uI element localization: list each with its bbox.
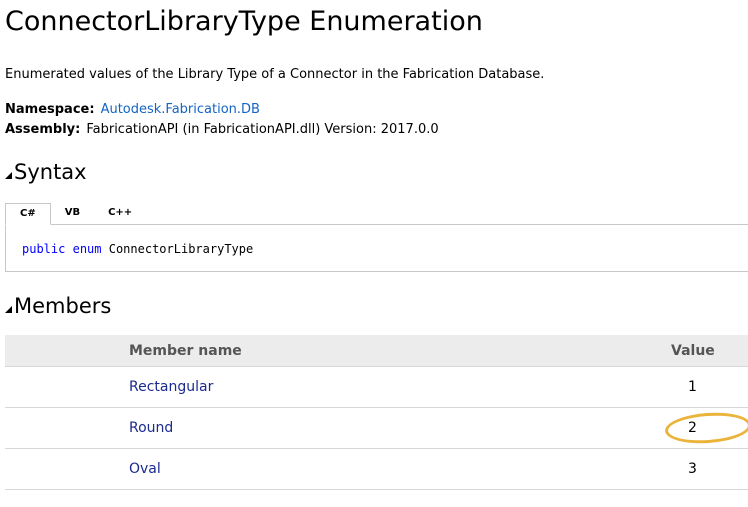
- table-row: Oval 3: [5, 448, 748, 490]
- member-name-cell: Oval: [129, 448, 671, 490]
- member-value-cell: 1: [671, 366, 748, 408]
- table-header-row: Member name Value: [5, 335, 748, 367]
- tab-vb[interactable]: VB: [51, 203, 94, 225]
- members-heading: Members: [14, 294, 112, 318]
- namespace-link[interactable]: Autodesk.Fabrication.DB: [101, 102, 260, 117]
- assembly-line: Assembly: FabricationAPI (in FabricationA…: [5, 121, 439, 139]
- namespace-label: Namespace:: [5, 102, 95, 117]
- table-row: Rectangular 1: [5, 366, 748, 408]
- collapse-triangle-icon: [5, 305, 12, 313]
- code-keyword-enum: enum: [72, 242, 102, 256]
- member-link-rectangular[interactable]: Rectangular: [129, 379, 213, 395]
- header-icon-cell: [5, 335, 129, 367]
- highlight-circle-annotation: [664, 410, 748, 446]
- table-row: Round 2: [5, 407, 748, 449]
- assembly-label: Assembly:: [5, 122, 81, 137]
- row-icon-cell: [5, 366, 129, 408]
- code-snippet-box: public enum ConnectorLibraryType: [5, 224, 748, 272]
- code-type-name: ConnectorLibraryType: [108, 242, 254, 256]
- header-member-name: Member name: [129, 335, 671, 367]
- member-link-oval[interactable]: Oval: [129, 461, 161, 477]
- row-icon-cell: [5, 407, 129, 449]
- header-value: Value: [671, 335, 748, 367]
- member-value-cell: 2: [664, 407, 748, 449]
- tab-cpp[interactable]: C++: [94, 203, 146, 225]
- member-value-cell: 3: [671, 448, 748, 490]
- syntax-section-header[interactable]: Syntax: [5, 159, 87, 185]
- doc-page: ConnectorLibraryType Enumeration Enumera…: [0, 0, 748, 507]
- member-name-cell: Round: [129, 407, 671, 449]
- members-section-header[interactable]: Members: [5, 293, 111, 319]
- assembly-value: FabricationAPI (in FabricationAPI.dll) V…: [86, 122, 439, 137]
- tab-csharp[interactable]: C#: [5, 203, 51, 225]
- code-snippet: public enum ConnectorLibraryType: [22, 241, 253, 257]
- member-link-round[interactable]: Round: [129, 420, 173, 436]
- namespace-line: Namespace: Autodesk.Fabrication.DB: [5, 101, 260, 119]
- summary-text: Enumerated values of the Library Type of…: [5, 67, 545, 82]
- code-keyword-public: public: [22, 242, 66, 256]
- page-title: ConnectorLibraryType Enumeration: [5, 6, 483, 37]
- members-table: Member name Value Rectangular 1 Round 2 …: [5, 335, 748, 490]
- member-name-cell: Rectangular: [129, 366, 671, 408]
- row-icon-cell: [5, 448, 129, 490]
- language-tabs: C# VB C++: [5, 203, 146, 225]
- collapse-triangle-icon: [5, 171, 12, 179]
- syntax-heading: Syntax: [14, 160, 87, 184]
